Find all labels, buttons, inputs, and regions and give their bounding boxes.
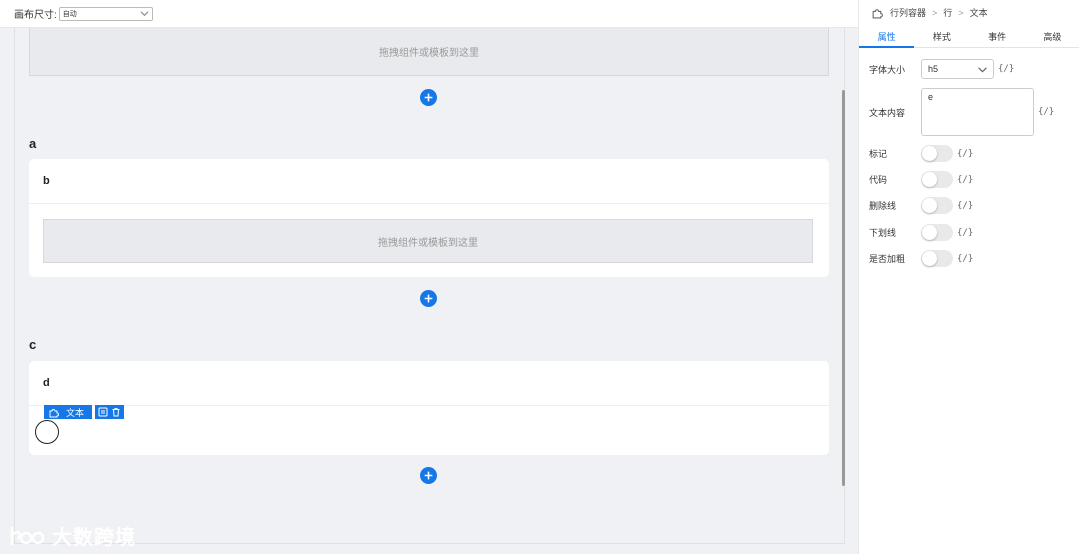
expression-toggle[interactable]: {/}: [957, 228, 973, 238]
mark-toggle[interactable]: [921, 145, 953, 162]
expression-toggle[interactable]: {/}: [957, 175, 973, 185]
plus-icon: [424, 93, 433, 102]
card-title: d: [43, 377, 50, 389]
dropzone-top[interactable]: 拖拽组件或模板到这里: [29, 28, 829, 76]
tab-styles[interactable]: 样式: [914, 25, 969, 47]
component-actions: [95, 405, 124, 419]
prop-label: 文本内容: [869, 107, 906, 118]
prop-underline: 下划线 {/}: [869, 224, 973, 241]
card-title: b: [43, 175, 50, 187]
prop-label: 标记: [869, 149, 888, 159]
cursor-indicator: [35, 420, 59, 444]
breadcrumb: 行列容器 > 行 > 文本: [871, 6, 988, 19]
prop-bold: 是否加粗 {/}: [869, 250, 973, 267]
watermark: 大数跨境: [8, 521, 136, 550]
puzzle-icon: [49, 409, 59, 418]
prop-label: 是否加粗: [869, 254, 906, 264]
chevron-down-icon: [140, 10, 149, 16]
properties-panel: 行列容器 > 行 > 文本 属性 样式 事件 高级 字体大小 h5 {/} 文本…: [858, 0, 1079, 554]
card-header: b: [29, 159, 829, 204]
watermark-text: 大数跨境: [52, 527, 136, 549]
row-card[interactable]: b 拖拽组件或模板到这里: [29, 159, 829, 277]
content-textarea[interactable]: e: [921, 88, 1034, 136]
chevron-down-icon: [978, 67, 987, 73]
prop-label: 删除线: [869, 201, 897, 211]
add-section-button[interactable]: [420, 290, 437, 307]
breadcrumb-item[interactable]: 行: [943, 6, 952, 19]
breadcrumb-separator: >: [958, 7, 964, 18]
dropzone-card[interactable]: 拖拽组件或模板到这里: [43, 219, 813, 263]
font-size-select[interactable]: h5: [921, 59, 994, 79]
canvas-toolbar: 画布尺寸: 自动: [0, 0, 858, 28]
add-section-button[interactable]: [420, 467, 437, 484]
prop-code: 代码 {/}: [869, 171, 973, 188]
section-title: c: [29, 337, 37, 352]
canvas-size-value: 自动: [62, 10, 77, 18]
add-section-button[interactable]: [420, 89, 437, 106]
bold-toggle[interactable]: [921, 250, 953, 267]
prop-font-size: 字体大小 h5 {/}: [869, 59, 1014, 79]
panel-tabs: 属性 样式 事件 高级: [859, 25, 1079, 48]
dropzone-text: 拖拽组件或模板到这里: [379, 48, 479, 59]
plus-icon: [424, 294, 433, 303]
trash-icon[interactable]: [111, 407, 121, 417]
expression-toggle[interactable]: {/}: [998, 64, 1014, 74]
expression-toggle[interactable]: {/}: [957, 149, 973, 159]
breadcrumb-separator: >: [932, 7, 938, 18]
design-canvas: 拖拽组件或模板到这里 a b 拖拽组件或模板到这里 c d 文本: [0, 28, 858, 554]
breadcrumb-item[interactable]: 文本: [970, 6, 988, 19]
watermark-logo-icon: [10, 526, 45, 545]
code-toggle[interactable]: [921, 171, 953, 188]
breadcrumb-item[interactable]: 行列容器: [890, 6, 926, 19]
copy-icon[interactable]: [98, 407, 108, 417]
underline-toggle[interactable]: [921, 224, 953, 241]
strikethrough-toggle[interactable]: [921, 197, 953, 214]
selected-component-label: 文本: [66, 407, 85, 418]
expression-toggle[interactable]: {/}: [957, 201, 973, 211]
expression-toggle[interactable]: {/}: [957, 254, 973, 264]
canvas-size-label: 画布尺寸:: [14, 10, 57, 21]
prop-label: 代码: [869, 175, 888, 185]
prop-label: 字体大小: [869, 64, 906, 75]
selected-component-tag[interactable]: 文本: [44, 405, 92, 419]
card-header: d: [29, 361, 829, 406]
canvas-page: 拖拽组件或模板到这里 a b 拖拽组件或模板到这里 c d 文本: [14, 28, 845, 544]
prop-mark: 标记 {/}: [869, 145, 973, 162]
dropzone-text: 拖拽组件或模板到这里: [378, 237, 478, 249]
plus-icon: [424, 471, 433, 480]
prop-strikethrough: 删除线 {/}: [869, 197, 973, 214]
puzzle-icon: [872, 9, 883, 19]
tab-events[interactable]: 事件: [970, 25, 1025, 47]
font-size-value: h5: [928, 64, 939, 74]
prop-content: 文本内容 e {/}: [869, 88, 1054, 136]
prop-label: 下划线: [869, 228, 897, 238]
canvas-scrollbar[interactable]: [842, 90, 845, 486]
expression-toggle[interactable]: {/}: [1038, 107, 1054, 117]
canvas-size-select[interactable]: 自动: [58, 6, 153, 21]
section-title: a: [29, 136, 37, 151]
row-card[interactable]: d 文本: [29, 361, 829, 455]
tab-properties[interactable]: 属性: [859, 25, 915, 48]
tab-advanced[interactable]: 高级: [1025, 25, 1079, 47]
